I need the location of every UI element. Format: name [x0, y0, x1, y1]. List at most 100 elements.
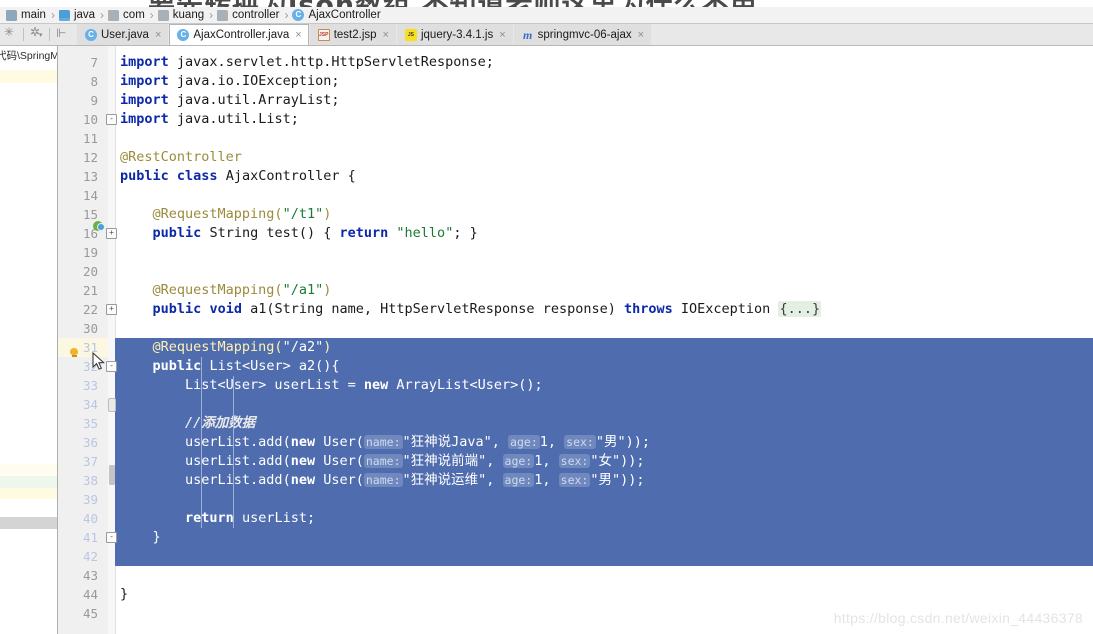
- tab-springmvc-06-ajax[interactable]: m springmvc-06-ajax ×: [513, 24, 652, 45]
- folder-grey-icon: [217, 9, 229, 21]
- tab-user-java[interactable]: C User.java ×: [77, 24, 169, 45]
- breadcrumb-item-controller[interactable]: controller: [214, 7, 282, 24]
- breadcrumb-item-ajaxcontroller[interactable]: C AjaxController: [289, 7, 383, 24]
- breadcrumb-item-com[interactable]: com: [105, 7, 148, 24]
- code-line-14[interactable]: 14: [58, 186, 1093, 205]
- line-number: 15: [82, 207, 98, 222]
- code-line-42[interactable]: 42: [58, 547, 1093, 566]
- code-line-21[interactable]: 21 @RequestMapping("/a1"): [58, 281, 1093, 300]
- class-implementation-marker-icon[interactable]: [93, 220, 106, 233]
- code-line-41[interactable]: 41 } -: [58, 528, 1093, 547]
- code-line-39[interactable]: 39: [58, 490, 1093, 509]
- code-line-38[interactable]: 38 userList.add(new User(name: "狂神说运维", a…: [58, 471, 1093, 490]
- code-line-40[interactable]: 40 return userList;: [58, 509, 1093, 528]
- line-number: 43: [82, 568, 98, 583]
- toolbar-divider: [23, 27, 24, 41]
- breadcrumb-item-label: AjaxController: [308, 9, 381, 21]
- tab-jquery-3-4-1-js[interactable]: JS jquery-3.4.1.js ×: [396, 24, 513, 45]
- code-text: import java.io.IOException;: [120, 73, 340, 89]
- code-text: import java.util.List;: [120, 111, 299, 127]
- code-line-16[interactable]: 16 public String test() { return "hello"…: [58, 224, 1093, 243]
- code-text: public void a1(String name, HttpServletR…: [152, 301, 822, 317]
- toolbar-divider: [49, 27, 50, 41]
- breadcrumb-separator: ›: [209, 8, 214, 22]
- breadcrumb-separator: ›: [50, 8, 55, 22]
- fold-toggle-collapse[interactable]: -: [106, 532, 117, 543]
- line-number: 13: [82, 169, 98, 184]
- fold-toggle-collapse[interactable]: -: [106, 114, 117, 125]
- code-line-10[interactable]: 10 import java.util.List; -: [58, 110, 1093, 129]
- project-side-panel[interactable]: 代码\SpringM: [0, 46, 58, 634]
- code-line-12[interactable]: 12 @RestController: [58, 148, 1093, 167]
- line-number: 20: [82, 264, 98, 279]
- gutter-scroll-marker[interactable]: [109, 465, 115, 485]
- settings-gear-icon[interactable]: [30, 25, 43, 41]
- intention-bulb-icon[interactable]: [70, 348, 79, 358]
- code-text: }: [152, 529, 161, 545]
- breadcrumb-item-main[interactable]: main: [3, 7, 49, 24]
- code-line-44[interactable]: 44}: [58, 585, 1093, 604]
- breadcrumb-item-kuang[interactable]: kuang: [155, 7, 207, 24]
- breadcrumb-separator: ›: [284, 8, 289, 22]
- fold-toggle-collapse[interactable]: -: [106, 361, 117, 372]
- tab-ajaxcontroller-java[interactable]: C AjaxController.java ×: [169, 24, 309, 45]
- code-text: public List<User> a2(){: [152, 358, 340, 374]
- select-opened-file-icon[interactable]: [4, 25, 17, 41]
- indent-guide: [233, 376, 234, 528]
- code-line-19[interactable]: 19: [58, 243, 1093, 262]
- code-text: userList.add(new User(name: "狂神说Java", ag…: [185, 434, 651, 450]
- code-line-37[interactable]: 37 userList.add(new User(name: "狂神说前端", a…: [58, 452, 1093, 471]
- code-line-11[interactable]: 11: [58, 129, 1093, 148]
- code-line-31[interactable]: 31 @RequestMapping("/a2"): [58, 338, 1093, 357]
- line-number: 42: [82, 549, 98, 564]
- code-line-34[interactable]: 34: [58, 395, 1093, 414]
- code-line-32[interactable]: 32 public List<User> a2(){-: [58, 357, 1093, 376]
- tab-close-icon[interactable]: ×: [155, 29, 161, 41]
- code-line-33[interactable]: 33 List<User> userList = new ArrayList<U…: [58, 376, 1093, 395]
- line-number: 38: [82, 473, 98, 488]
- folder-grey-icon: [157, 9, 169, 21]
- csdn-watermark: https://blog.csdn.net/weixin_44436378: [833, 610, 1083, 626]
- js-file-icon: JS: [404, 29, 417, 41]
- code-line-15[interactable]: 15 @RequestMapping("/t1"): [58, 205, 1093, 224]
- panel-selected-band: [0, 517, 57, 529]
- fold-toggle-expand[interactable]: +: [106, 304, 117, 315]
- tab-label: jquery-3.4.1.js: [420, 29, 494, 41]
- code-line-30[interactable]: 30: [58, 319, 1093, 338]
- code-text: import java.util.ArrayList;: [120, 92, 340, 108]
- code-line-35[interactable]: 35 //添加数据: [58, 414, 1093, 433]
- fold-region-handle[interactable]: [108, 398, 116, 412]
- code-line-22[interactable]: 22 public void a1(String name, HttpServl…: [58, 300, 1093, 319]
- tab-test2-jsp[interactable]: JSP test2.jsp ×: [309, 24, 396, 45]
- jsp-file-icon: JSP: [317, 29, 330, 41]
- line-number: 14: [82, 188, 98, 203]
- tab-close-icon[interactable]: ×: [638, 29, 644, 41]
- java-class-icon: C: [292, 9, 305, 21]
- line-number: 34: [82, 397, 98, 412]
- line-number: 21: [82, 283, 98, 298]
- line-number: 41: [82, 530, 98, 545]
- code-line-43[interactable]: 43: [58, 566, 1093, 585]
- tab-close-icon[interactable]: ×: [295, 29, 301, 41]
- line-number: 22: [82, 302, 98, 317]
- java-class-icon: C: [85, 29, 97, 41]
- code-line-9[interactable]: 9 import java.util.ArrayList;: [58, 91, 1093, 110]
- breadcrumb-item-java[interactable]: java: [56, 7, 98, 24]
- breadcrumb-item-label: kuang: [172, 9, 205, 21]
- indent-guide: [201, 357, 202, 528]
- code-line-8[interactable]: 8 import java.io.IOException;: [58, 72, 1093, 91]
- code-line-13[interactable]: 13 public class AjaxController {: [58, 167, 1093, 186]
- code-line-36[interactable]: 36 userList.add(new User(name: "狂神说Java",…: [58, 433, 1093, 452]
- code-editor[interactable]: 7 import javax.servlet.http.HttpServletRe…: [58, 46, 1093, 634]
- line-number: 44: [82, 587, 98, 602]
- breadcrumb: main › java › com › kuang › controller › C AjaxCont…: [0, 7, 1093, 24]
- panel-highlight-band: [0, 476, 57, 488]
- code-line-7[interactable]: 7 import javax.servlet.http.HttpServletRe…: [58, 53, 1093, 72]
- line-number: 12: [82, 150, 98, 165]
- code-line-20[interactable]: 20: [58, 262, 1093, 281]
- code-text: return userList;: [185, 510, 316, 526]
- fold-toggle-expand[interactable]: +: [106, 228, 117, 239]
- collapse-all-icon[interactable]: [56, 26, 69, 41]
- tab-close-icon[interactable]: ×: [499, 29, 505, 41]
- tab-close-icon[interactable]: ×: [383, 29, 389, 41]
